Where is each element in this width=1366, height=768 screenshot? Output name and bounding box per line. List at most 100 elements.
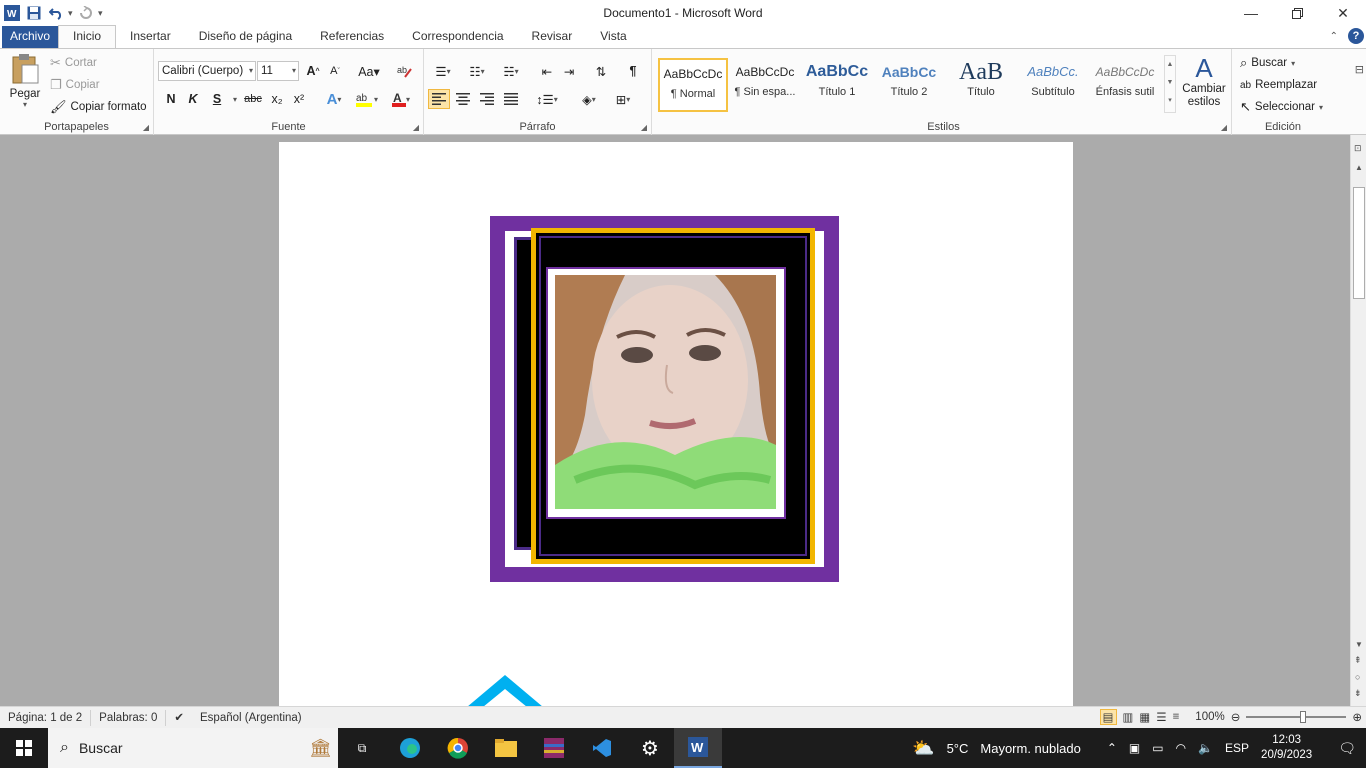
font-launcher-icon[interactable]: ◢ <box>413 123 419 132</box>
prev-page-icon[interactable]: ⇞ <box>1354 655 1362 666</box>
vscode-icon[interactable] <box>578 728 626 768</box>
shrink-font-icon[interactable]: Aˇ <box>324 61 346 81</box>
collapse-ribbon-icon[interactable]: ⌃ <box>1330 31 1338 42</box>
customize-qat-icon[interactable]: ▾ <box>98 8 106 19</box>
windows-start-icon[interactable] <box>0 728 48 768</box>
tab-review[interactable]: Revisar <box>518 26 587 48</box>
scroll-down-icon[interactable]: ▼ <box>1355 640 1363 649</box>
superscript-button[interactable]: x² <box>288 89 310 109</box>
help-icon[interactable]: ? <box>1348 28 1364 44</box>
style-normal[interactable]: AaBbCcDc ¶ Normal <box>658 58 728 112</box>
scroll-up-icon[interactable]: ▲ <box>1355 163 1363 172</box>
tab-references[interactable]: Referencias <box>306 26 398 48</box>
align-right-icon[interactable] <box>476 89 498 109</box>
tab-insert[interactable]: Insertar <box>116 26 185 48</box>
weather-desc[interactable]: Mayorm. nublado <box>980 741 1080 756</box>
vertical-scrollbar[interactable]: ⊡ ▲ ▼ ⇞ ○ ⇟ <box>1350 135 1366 706</box>
blue-chevron-shape[interactable] <box>467 667 547 706</box>
subscript-button[interactable]: x₂ <box>266 89 288 109</box>
edge-icon[interactable] <box>386 728 434 768</box>
restore-icon[interactable] <box>1274 0 1320 26</box>
zoom-level[interactable]: 100% <box>1195 711 1224 723</box>
justify-icon[interactable] <box>500 89 522 109</box>
proofing-icon[interactable]: ✔ <box>166 710 192 726</box>
styles-launcher-icon[interactable]: ◢ <box>1221 123 1227 132</box>
tab-view[interactable]: Vista <box>586 26 640 48</box>
decrease-indent-icon[interactable]: ⇤ <box>536 61 558 81</box>
task-view-icon[interactable]: ⧉ <box>338 728 386 768</box>
weather-cloud-icon[interactable]: ⛅ <box>912 738 934 759</box>
italic-button[interactable]: K <box>182 89 204 109</box>
close-icon[interactable]: ✕ <box>1320 0 1366 26</box>
volume-icon[interactable]: 🔈 <box>1198 741 1213 755</box>
browse-object-icon[interactable]: ○ <box>1355 672 1360 682</box>
line-spacing-icon[interactable]: ↕☰ ▾ <box>532 89 562 109</box>
strikethrough-button[interactable]: abc <box>242 89 264 109</box>
numbering-icon[interactable]: ☷ ▾ <box>462 61 492 81</box>
borders-icon[interactable]: ⊞ ▾ <box>608 89 638 109</box>
portrait-photo[interactable] <box>555 275 776 509</box>
style-title[interactable]: AaB Título <box>946 58 1016 112</box>
undo-icon[interactable] <box>46 3 66 23</box>
clipboard-launcher-icon[interactable]: ◢ <box>143 123 149 132</box>
bullets-icon[interactable]: ☰ ▾ <box>428 61 458 81</box>
minimize-icon[interactable]: — <box>1228 0 1274 26</box>
find-button[interactable]: ⌕ Buscar ▾ <box>1240 53 1295 73</box>
show-marks-icon[interactable]: ¶ <box>622 61 644 81</box>
winrar-icon[interactable] <box>530 728 578 768</box>
paragraph-launcher-icon[interactable]: ◢ <box>641 123 647 132</box>
zoom-slider[interactable] <box>1246 711 1347 723</box>
settings-icon[interactable]: ⚙ <box>626 728 674 768</box>
print-layout-icon[interactable]: ▤ <box>1099 709 1117 725</box>
multilevel-list-icon[interactable]: ☵ ▾ <box>496 61 526 81</box>
zoom-out-icon[interactable]: ⊖ <box>1231 710 1241 724</box>
sort-icon[interactable]: ⇅ <box>590 61 612 81</box>
style-heading-1[interactable]: AaBbCc Título 1 <box>802 58 872 112</box>
styles-gallery-scroll[interactable]: ▲ ▼ ▾ <box>1164 55 1176 113</box>
tab-home[interactable]: Inicio <box>58 25 117 48</box>
word-taskbar-icon[interactable]: W <box>674 728 722 768</box>
bold-button[interactable]: N <box>160 89 182 109</box>
ruler-icon[interactable]: ⊡ <box>1354 143 1362 154</box>
align-center-icon[interactable] <box>452 89 474 109</box>
notifications-icon[interactable]: 🗨 <box>1338 740 1356 757</box>
page-count[interactable]: Página: 1 de 2 <box>0 709 92 726</box>
redo-icon[interactable] <box>76 3 96 23</box>
input-language[interactable]: ESP <box>1225 741 1249 755</box>
word-logo-icon[interactable]: W <box>2 3 22 23</box>
document-page[interactable] <box>279 142 1073 706</box>
font-size-combo[interactable]: 11 ▾ <box>257 61 299 81</box>
replace-button[interactable]: ab Reemplazar <box>1240 75 1317 95</box>
copy-button[interactable]: ❐ Copiar <box>50 75 100 95</box>
grow-font-icon[interactable]: A ^ <box>302 61 324 81</box>
chrome-icon[interactable] <box>434 728 482 768</box>
zoom-slider-thumb[interactable] <box>1300 711 1307 723</box>
tab-page-layout[interactable]: Diseño de página <box>185 26 306 48</box>
change-styles-button[interactable]: A Cambiar estilos <box>1180 53 1228 109</box>
style-heading-2[interactable]: AaBbCc Título 2 <box>874 58 944 112</box>
format-painter-button[interactable]: 🖌 Copiar formato <box>50 97 147 117</box>
text-effects-icon[interactable]: A ▾ <box>320 89 348 109</box>
battery-icon[interactable]: ▭ <box>1152 741 1163 755</box>
change-case-icon[interactable]: Aa▾ <box>354 61 384 81</box>
tab-mailings[interactable]: Correspondencia <box>398 26 517 48</box>
show-hidden-icons-icon[interactable]: ⌃ <box>1107 741 1117 755</box>
language[interactable]: Español (Argentina) <box>192 710 310 726</box>
style-subtle-emphasis[interactable]: AaBbCcDc Énfasis sutil <box>1090 58 1160 112</box>
font-name-combo[interactable]: Calibri (Cuerpo) ▾ <box>158 61 256 81</box>
image-frame-purple[interactable] <box>490 216 839 582</box>
file-explorer-icon[interactable] <box>482 728 530 768</box>
font-color-icon[interactable]: A ▾ <box>386 89 416 109</box>
web-layout-icon[interactable]: ▦ <box>1139 710 1150 724</box>
highlight-color-icon[interactable]: ab ▾ <box>352 89 382 109</box>
clear-formatting-icon[interactable]: ab <box>394 61 416 81</box>
next-page-icon[interactable]: ⇟ <box>1354 688 1362 699</box>
align-left-icon[interactable] <box>428 89 450 109</box>
full-screen-reading-icon[interactable]: ▥ <box>1123 710 1134 724</box>
outline-icon[interactable]: ☰ <box>1156 710 1166 724</box>
cut-button[interactable]: ✂ Cortar <box>50 53 97 73</box>
wifi-icon[interactable]: ◠ <box>1176 741 1186 755</box>
zoom-in-icon[interactable]: ⊕ <box>1352 710 1362 724</box>
weather-temp[interactable]: 5°C <box>947 741 969 756</box>
undo-dropdown-icon[interactable]: ▾ <box>68 8 76 19</box>
